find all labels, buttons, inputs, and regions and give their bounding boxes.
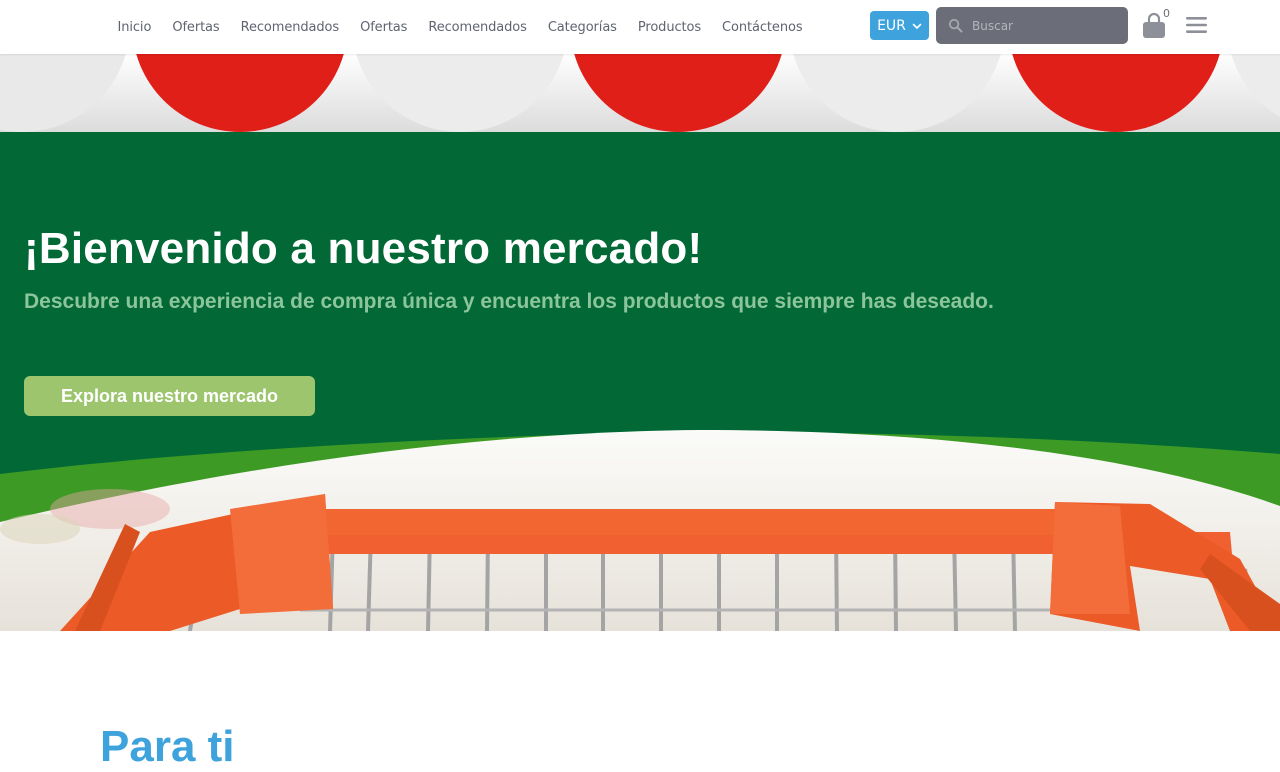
nav-link-ofertas[interactable]: Ofertas <box>162 20 230 35</box>
hero-banner: ¡Bienvenido a nuestro mercado! Descubre … <box>0 54 1280 631</box>
site-header: Inicio Ofertas Recomendados Ofertas Reco… <box>0 0 1280 54</box>
currency-select[interactable]: EUR <box>870 11 929 40</box>
nav-link-inicio[interactable]: Inicio <box>107 20 162 35</box>
cart-count-badge: 0 <box>1163 7 1170 20</box>
hamburger-menu-icon[interactable] <box>1186 15 1207 35</box>
nav-link-categorias[interactable]: Categorías <box>537 20 627 35</box>
search-icon <box>948 18 963 33</box>
chevron-down-icon <box>912 23 922 29</box>
section-title-para-ti: Para ti <box>100 722 235 771</box>
nav-link-recomendados-2[interactable]: Recomendados <box>418 20 537 35</box>
hero-illustration <box>0 54 1280 631</box>
nav-link-recomendados[interactable]: Recomendados <box>230 20 349 35</box>
hero-subtitle: Descubre una experiencia de compra única… <box>24 290 994 313</box>
currency-value: EUR <box>877 17 906 34</box>
explore-market-button[interactable]: Explora nuestro mercado <box>24 376 315 416</box>
nav-link-ofertas-2[interactable]: Ofertas <box>350 20 418 35</box>
search-input[interactable] <box>972 18 1122 33</box>
search-box <box>936 7 1128 44</box>
hero-title: ¡Bienvenido a nuestro mercado! <box>24 224 703 273</box>
nav-link-productos[interactable]: Productos <box>627 20 711 35</box>
main-nav: Inicio Ofertas Recomendados Ofertas Reco… <box>107 0 813 54</box>
nav-link-contactenos[interactable]: Contáctenos <box>712 20 813 35</box>
